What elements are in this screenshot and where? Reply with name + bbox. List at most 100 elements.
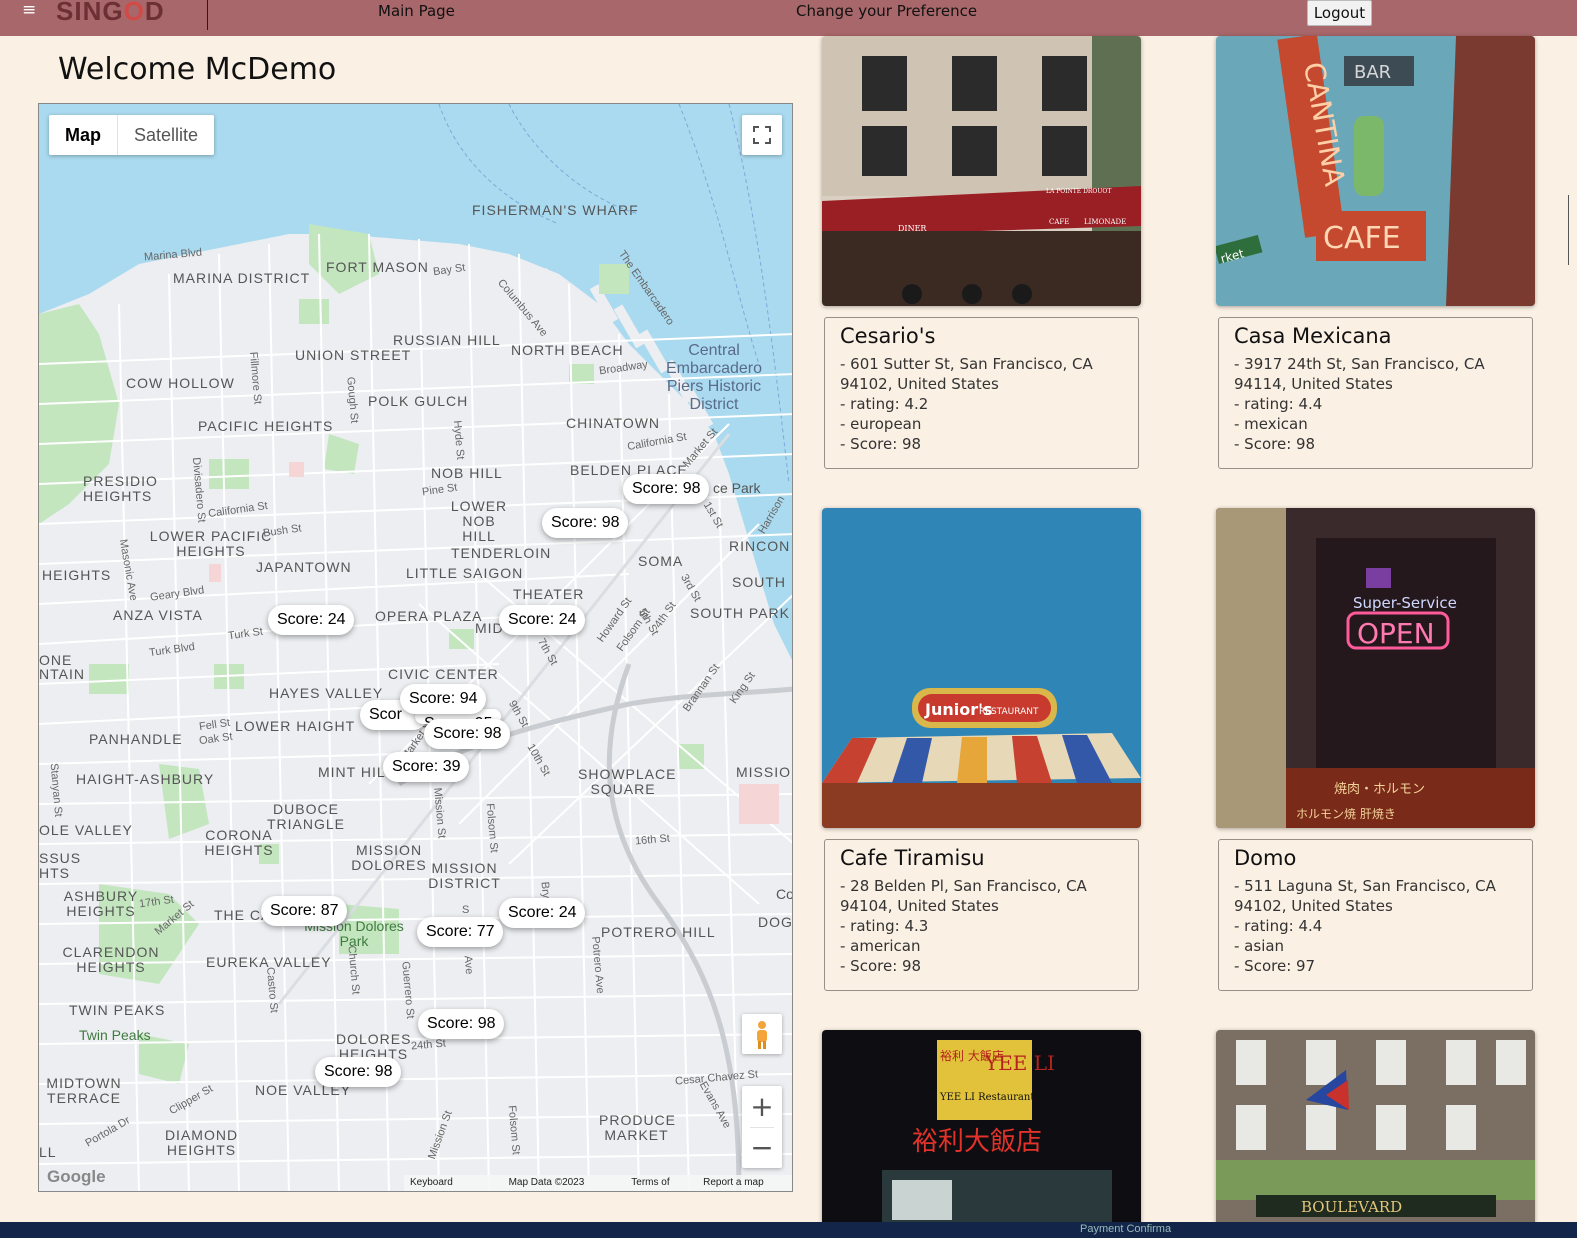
map-poi-label: Twin Peaks bbox=[79, 1027, 151, 1043]
restaurant-rating: - rating: 4.4 bbox=[1234, 395, 1323, 413]
map-label: JAPANTOWN bbox=[256, 559, 352, 575]
map-label: NORTH BEACH bbox=[511, 342, 624, 358]
brand-logo-part: D bbox=[144, 0, 165, 26]
restaurant-cuisine: - american bbox=[840, 937, 921, 955]
map-street-label: Bry bbox=[538, 881, 552, 899]
map-data-text: Map Data ©2023 Google bbox=[508, 1177, 585, 1188]
google-map[interactable]: Map Satellite + − FISHERMAN'S WHARF MARI… bbox=[38, 103, 793, 1192]
map-label: PACIFIC HEIGHTS bbox=[198, 418, 334, 434]
map-label: ANZA VISTA bbox=[113, 607, 203, 623]
map-poi-label: ce Park bbox=[713, 480, 761, 496]
map-label: UNION STREET bbox=[295, 347, 412, 363]
restaurant-name[interactable]: Domo bbox=[1234, 846, 1517, 870]
score-marker[interactable]: Score: 98 bbox=[623, 474, 710, 504]
restaurant-photo-cesarios[interactable]: DINER CAFE LIMONADE LA POINTE DROUOT bbox=[822, 36, 1141, 306]
restaurant-cuisine: - mexican bbox=[1234, 415, 1308, 433]
zoom-control[interactable]: + − bbox=[742, 1086, 782, 1168]
map-type-map-button[interactable]: Map bbox=[49, 115, 118, 155]
fullscreen-glyph bbox=[753, 126, 771, 144]
map-label: DOGP bbox=[758, 914, 793, 930]
restaurant-card-cafe-tiramisu[interactable]: Cafe Tiramisu - 28 Belden Pl, San Franci… bbox=[824, 839, 1139, 991]
restaurant-photo-yee-li[interactable]: 裕利 大飯店 YEE LI Restaurant YEE LI 裕利大飯店 bbox=[822, 1030, 1141, 1230]
google-logo[interactable]: Google bbox=[47, 1167, 106, 1187]
map-label: LOWER HAIGHT bbox=[235, 718, 356, 734]
score-marker[interactable]: Score: 24 bbox=[499, 605, 586, 635]
cantina-bar-sign: BAR bbox=[1354, 62, 1391, 83]
restaurant-card-cesarios[interactable]: Cesario's - 601 Sutter St, San Francisco… bbox=[824, 317, 1139, 469]
scrollbar-edge[interactable] bbox=[1568, 195, 1569, 265]
map-label: SHOWPLACE SQUARE bbox=[578, 766, 677, 797]
photo-cafe-tiramisu-image: Junior's RESTAURANT bbox=[822, 508, 1141, 828]
yeeli-neon-sign: 裕利大飯店 bbox=[912, 1127, 1042, 1157]
map-label: MISSION DOLORES bbox=[351, 842, 427, 873]
map-footer: Keyboard shortcuts Map Data ©2023 Google… bbox=[404, 1175, 792, 1191]
restaurant-photo-domo[interactable]: Super-Service OPEN 焼肉・ホルモン ホルモン焼 肝焼き bbox=[1216, 508, 1535, 828]
cesarios-diner-sign: DINER bbox=[898, 224, 927, 233]
report-map-error-link[interactable]: Report a map error bbox=[703, 1175, 786, 1191]
map-label: CHINATOWN bbox=[566, 415, 661, 431]
restaurant-name[interactable]: Casa Mexicana bbox=[1234, 324, 1517, 348]
fullscreen-icon[interactable] bbox=[742, 115, 782, 155]
map-label: FORT MASON bbox=[326, 259, 429, 275]
restaurant-photo-cafe-tiramisu[interactable]: Junior's RESTAURANT bbox=[822, 508, 1141, 828]
score-marker[interactable]: Score: 98 bbox=[418, 1009, 505, 1039]
restaurant-card-domo[interactable]: Domo - 511 Laguna St, San Francisco, CA … bbox=[1218, 839, 1533, 991]
nav-link-main-page[interactable]: Main Page bbox=[378, 2, 455, 20]
restaurant-address: - 28 Belden Pl, San Francisco, CA 94104,… bbox=[840, 877, 1087, 915]
map-street-label: S bbox=[462, 904, 470, 916]
score-marker[interactable]: Score: 39 bbox=[383, 752, 470, 782]
restaurant-card-casa-mexicana[interactable]: Casa Mexicana - 3917 24th St, San Franci… bbox=[1218, 317, 1533, 469]
map-label: OLE VALLEY bbox=[39, 822, 133, 838]
map-label: DIAMOND HEIGHTS bbox=[164, 1127, 239, 1158]
boulevard-sign: BOULEVARD bbox=[1301, 1198, 1402, 1216]
map-label: POLK GULCH bbox=[368, 393, 469, 409]
restaurant-name[interactable]: Cesario's bbox=[840, 324, 1123, 348]
score-marker[interactable]: Score: 98 bbox=[542, 508, 629, 538]
domo-super-service-sign: Super-Service bbox=[1353, 594, 1457, 612]
map-type-control[interactable]: Map Satellite bbox=[49, 115, 215, 155]
map-label: LITTLE SAIGON bbox=[406, 565, 524, 581]
restaurant-photo-boulevard[interactable]: BOULEVARD bbox=[1216, 1030, 1535, 1230]
score-marker[interactable]: Score: 94 bbox=[400, 684, 487, 714]
map-label: HAYES VALLEY bbox=[269, 685, 384, 701]
zoom-out-icon[interactable]: − bbox=[742, 1127, 782, 1168]
hamburger-icon[interactable]: ≡ bbox=[22, 1, 36, 19]
restaurant-score: - Score: 97 bbox=[1234, 957, 1316, 975]
brand-logo[interactable]: SINGOD bbox=[56, 0, 165, 27]
restaurant-rating: - rating: 4.2 bbox=[840, 395, 929, 413]
restaurant-rating: - rating: 4.4 bbox=[1234, 917, 1323, 935]
photo-domo-image: Super-Service OPEN 焼肉・ホルモン ホルモン焼 肝焼き bbox=[1216, 508, 1535, 828]
restaurant-address: - 3917 24th St, San Francisco, CA 94114,… bbox=[1234, 355, 1485, 393]
restaurant-photo-casa-mexicana[interactable]: CANTINA BAR CAFE rket bbox=[1216, 36, 1535, 306]
yeeli-english-sign: YEE LI Restaurant bbox=[939, 1092, 1034, 1103]
nav-link-change-preference[interactable]: Change your Preference bbox=[796, 2, 977, 20]
score-marker[interactable]: Score: 24 bbox=[268, 605, 355, 635]
zoom-in-icon[interactable]: + bbox=[742, 1086, 782, 1127]
terms-of-use-link[interactable]: Terms of Use bbox=[631, 1175, 689, 1191]
score-marker[interactable]: Score: 98 bbox=[424, 719, 511, 749]
restaurant-address: - 511 Laguna St, San Francisco, CA 94102… bbox=[1234, 877, 1496, 915]
keyboard-shortcuts-link[interactable]: Keyboard shortcuts bbox=[410, 1175, 495, 1191]
map-street-label: Ave bbox=[461, 955, 476, 975]
map-type-satellite-button[interactable]: Satellite bbox=[118, 115, 214, 155]
brand-logo-o: O bbox=[123, 0, 145, 26]
cantina-cafe-sign: CAFE bbox=[1323, 221, 1401, 256]
logout-button[interactable]: Logout bbox=[1307, 0, 1372, 26]
restaurant-rating: - rating: 4.3 bbox=[840, 917, 929, 935]
photo-boulevard-image: BOULEVARD bbox=[1216, 1030, 1535, 1230]
map-label: LOWER NOB HILL bbox=[450, 498, 508, 544]
taskbar-window-item[interactable]: Payment Confirma bbox=[1080, 1223, 1171, 1235]
map-label: ASHBURY HEIGHTS bbox=[63, 888, 139, 919]
map-label: PRODUCE MARKET bbox=[599, 1112, 677, 1143]
score-marker[interactable]: Score: 98 bbox=[315, 1057, 402, 1087]
restaurant-cuisine: - european bbox=[840, 415, 922, 433]
score-marker[interactable]: Score: 77 bbox=[417, 917, 504, 947]
restaurant-name[interactable]: Cafe Tiramisu bbox=[840, 846, 1123, 870]
map-label: RUSSIAN HILL bbox=[393, 332, 501, 348]
map-label: SSUS bbox=[39, 850, 82, 866]
score-marker[interactable]: Score: 87 bbox=[261, 896, 348, 926]
score-marker[interactable]: Score: 24 bbox=[499, 898, 586, 928]
map-label: DUBOCE TRIANGLE bbox=[266, 801, 345, 832]
map-label: HAIGHT-ASHBURY bbox=[76, 771, 215, 787]
pegman-icon[interactable] bbox=[742, 1014, 782, 1054]
